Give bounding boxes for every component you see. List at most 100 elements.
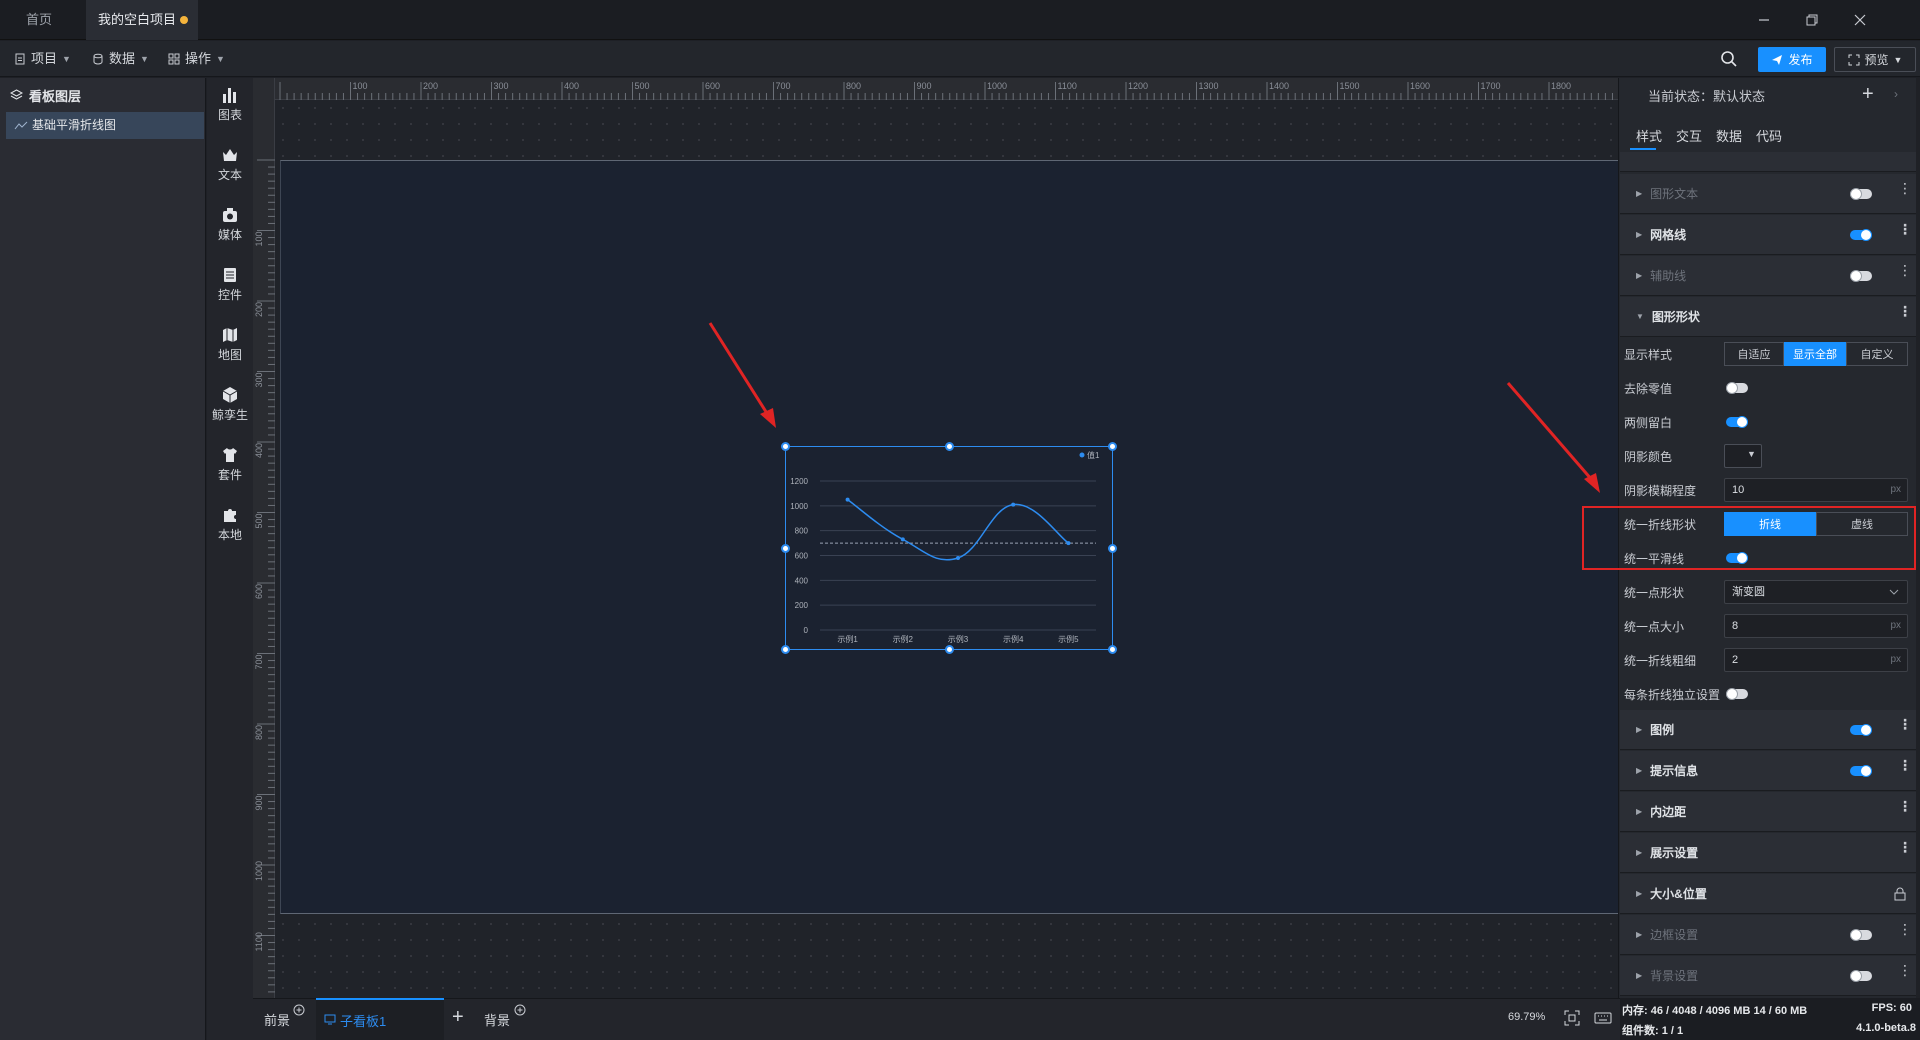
publish-button[interactable]: 发布 xyxy=(1758,47,1826,72)
point-shape-select[interactable]: 渐变圆 xyxy=(1724,580,1908,604)
section-padding[interactable]: ▶ 内边距 ⋮ xyxy=(1620,792,1918,832)
section-display[interactable]: ▶ 展示设置 ⋮ xyxy=(1620,833,1918,873)
caret-down-icon: ▼ xyxy=(1636,312,1644,321)
fit-screen-icon[interactable] xyxy=(1564,1010,1580,1026)
caret-right-icon: ▶ xyxy=(1636,271,1643,280)
section-background[interactable]: ▶ 背景设置 ⋮ xyxy=(1620,956,1918,996)
tab-data[interactable]: 数据 xyxy=(1716,126,1742,145)
tool-control[interactable]: 控件 xyxy=(207,266,253,303)
ruler-label: 400 xyxy=(564,81,579,91)
independent-toggle[interactable] xyxy=(1726,688,1748,700)
panel-scrollbar[interactable] xyxy=(1916,78,1920,998)
tool-text[interactable]: 文本 xyxy=(207,146,253,183)
resize-handle[interactable] xyxy=(945,645,954,654)
state-value[interactable]: 默认状态 xyxy=(1713,89,1765,104)
independent-label: 每条折线独立设置 xyxy=(1624,688,1721,702)
preview-button[interactable]: 预览 ▼ xyxy=(1834,47,1916,72)
toggle-switch[interactable] xyxy=(1850,270,1872,282)
tool-kit[interactable]: 套件 xyxy=(207,446,253,483)
zoom-level[interactable]: 69.79% xyxy=(1508,1011,1545,1023)
menu-operation[interactable]: 操作 ▼ xyxy=(168,41,225,77)
resize-handle[interactable] xyxy=(781,544,790,553)
section-grid-lines[interactable]: ▶ 网格线 ⋮ xyxy=(1620,215,1918,255)
resize-handle[interactable] xyxy=(781,645,790,654)
resize-handle[interactable] xyxy=(1108,645,1117,654)
more-icon[interactable]: ⋮ xyxy=(1898,304,1912,318)
resize-handle[interactable] xyxy=(945,442,954,451)
restore-icon[interactable] xyxy=(1800,8,1824,32)
more-icon[interactable]: ⋮ xyxy=(1898,922,1912,936)
menu-project[interactable]: 项目 ▼ xyxy=(14,41,71,77)
remove-zero-toggle[interactable] xyxy=(1726,382,1748,394)
section-tooltip[interactable]: ▶ 提示信息 ⋮ xyxy=(1620,751,1918,791)
ruler-label: 700 xyxy=(776,81,791,91)
more-icon[interactable]: ⋮ xyxy=(1898,963,1912,977)
close-icon[interactable] xyxy=(1848,8,1872,32)
shadow-color-picker[interactable]: ▼ xyxy=(1724,444,1762,468)
background-tab[interactable]: 背景 xyxy=(484,1010,510,1029)
more-icon[interactable]: ⋮ xyxy=(1898,840,1912,854)
toggle-switch[interactable] xyxy=(1850,929,1872,941)
search-icon[interactable] xyxy=(1720,50,1738,68)
file-icon xyxy=(15,53,25,65)
minimize-icon[interactable] xyxy=(1752,8,1776,32)
more-icon[interactable]: ⋮ xyxy=(1898,758,1912,772)
tool-media[interactable]: 媒体 xyxy=(207,206,253,243)
shadow-blur-input[interactable]: 10 px xyxy=(1724,478,1908,502)
more-icon[interactable]: ⋮ xyxy=(1898,717,1912,731)
menu-data[interactable]: 数据 ▼ xyxy=(92,41,149,77)
layer-item[interactable]: 基础平滑折线图 xyxy=(6,112,204,139)
tab-interaction[interactable]: 交互 xyxy=(1676,126,1702,145)
more-icon[interactable]: ⋮ xyxy=(1898,263,1912,277)
more-icon[interactable]: ⋮ xyxy=(1898,799,1912,813)
section-aux-lines[interactable]: ▶ 辅助线 ⋮ xyxy=(1620,256,1918,296)
toggle-knob xyxy=(1736,416,1748,428)
chart-component[interactable]: 0 200 400 600 800 1000 1200 示例1 示例2 示例3 示例4 示例5 值1 xyxy=(785,446,1113,650)
tool-map[interactable]: 地图 xyxy=(207,326,253,363)
section-graphic-shape[interactable]: ▼ 图形形状 ⋮ xyxy=(1620,297,1918,337)
keyboard-icon[interactable] xyxy=(1594,1012,1612,1024)
add-board-icon[interactable]: + xyxy=(452,1006,464,1029)
preview-label: 预览 xyxy=(1864,53,1889,67)
toggle-switch[interactable] xyxy=(1850,188,1872,200)
point-size-input[interactable]: 8 px xyxy=(1724,614,1908,638)
tool-chart[interactable]: 图表 xyxy=(207,86,253,123)
board-tab[interactable]: 子看板1 xyxy=(316,998,444,1040)
add-circle-icon[interactable] xyxy=(293,1004,305,1016)
toggle-switch[interactable] xyxy=(1850,970,1872,982)
tool-local[interactable]: 本地 xyxy=(207,506,253,543)
toggle-knob xyxy=(1850,188,1862,200)
line-width-input[interactable]: 2 px xyxy=(1724,648,1908,672)
tool-media-label: 媒体 xyxy=(217,228,242,242)
add-circle-icon[interactable] xyxy=(514,1004,526,1016)
toggle-switch[interactable] xyxy=(1850,765,1872,777)
chevron-down-icon: ▼ xyxy=(140,54,149,64)
more-icon[interactable]: ⋮ xyxy=(1898,222,1912,236)
display-style-all[interactable]: 显示全部 xyxy=(1784,342,1846,366)
display-style-adaptive[interactable]: 自适应 xyxy=(1724,342,1784,366)
resize-handle[interactable] xyxy=(1108,544,1117,553)
foreground-label: 前景 xyxy=(264,1013,291,1028)
tab-style[interactable]: 样式 xyxy=(1636,126,1662,145)
toggle-switch[interactable] xyxy=(1850,724,1872,736)
lock-icon[interactable] xyxy=(1894,887,1906,901)
section-label: 内边距 xyxy=(1650,805,1687,819)
resize-handle[interactable] xyxy=(781,442,790,451)
toggle-switch[interactable] xyxy=(1850,229,1872,241)
section-size-position[interactable]: ▶ 大小&位置 xyxy=(1620,874,1918,914)
tool-twin[interactable]: 鲸孪生 xyxy=(207,386,253,423)
section-graphic-text[interactable]: ▶ 图形文本 ⋮ xyxy=(1620,174,1918,214)
tool-text-label: 文本 xyxy=(217,168,242,182)
tab-home[interactable]: 首页 xyxy=(14,0,72,40)
section-border[interactable]: ▶ 边框设置 ⋮ xyxy=(1620,915,1918,955)
display-style-custom[interactable]: 自定义 xyxy=(1846,342,1908,366)
tab-code[interactable]: 代码 xyxy=(1756,126,1782,145)
section-legend[interactable]: ▶ 图例 ⋮ xyxy=(1620,710,1918,750)
more-icon[interactable]: ⋮ xyxy=(1898,181,1912,195)
add-state-icon[interactable]: + xyxy=(1862,84,1874,104)
chevron-right-icon[interactable]: › xyxy=(1894,87,1898,101)
side-gap-toggle[interactable] xyxy=(1726,416,1748,428)
resize-handle[interactable] xyxy=(1108,442,1117,451)
foreground-tab[interactable]: 前景 xyxy=(264,1010,290,1029)
caret-right-icon: ▶ xyxy=(1636,930,1643,939)
